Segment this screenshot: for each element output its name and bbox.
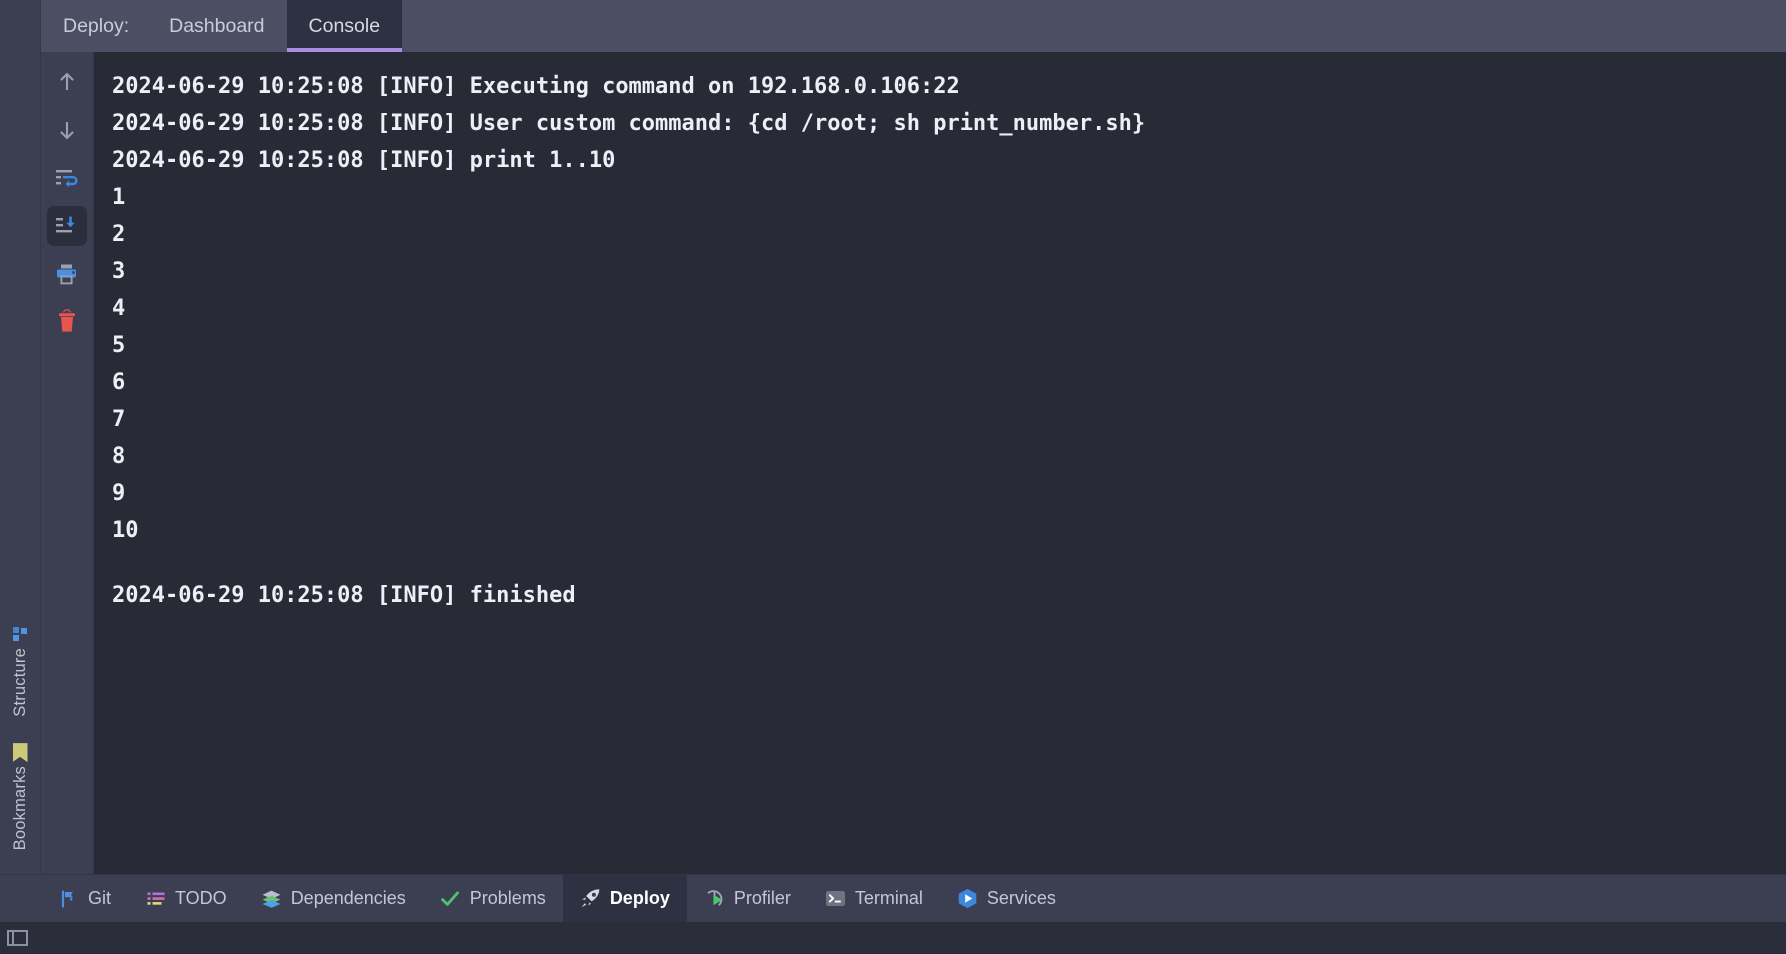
soft-wrap-button[interactable] bbox=[47, 158, 87, 198]
console-line: 9 bbox=[112, 481, 126, 506]
tool-button-terminal-label: Terminal bbox=[854, 888, 923, 908]
main-body: Structure Bookmarks Deploy: Dashboard Co… bbox=[0, 0, 1786, 874]
tool-button-problems[interactable]: Problems bbox=[423, 875, 563, 922]
tab-dashboard[interactable]: Dashboard bbox=[147, 0, 286, 52]
tool-button-todo-label: TODO bbox=[175, 888, 227, 908]
ide-window: Structure Bookmarks Deploy: Dashboard Co… bbox=[0, 0, 1786, 954]
tool-button-problems-label: Problems bbox=[469, 888, 546, 908]
console-output[interactable]: 2024-06-29 10:25:08 [INFO] Executing com… bbox=[94, 52, 1786, 874]
rocket-icon bbox=[580, 888, 601, 909]
console-line: 2024-06-29 10:25:08 [INFO] User custom c… bbox=[112, 111, 1146, 136]
panel-title: Deploy: bbox=[63, 14, 130, 37]
sidebar-item-bookmarks-label: Bookmarks bbox=[10, 765, 29, 850]
todo-list-icon bbox=[145, 888, 166, 909]
down-arrow-icon bbox=[60, 122, 74, 140]
console-line: 3 bbox=[112, 259, 126, 284]
tool-button-profiler-label: Profiler bbox=[733, 888, 791, 908]
tab-dashboard-label: Dashboard bbox=[169, 14, 265, 37]
print-icon bbox=[57, 264, 76, 285]
console-line: 8 bbox=[112, 444, 126, 469]
tool-button-todo[interactable]: TODO bbox=[128, 875, 244, 922]
left-tool-stripe: Structure Bookmarks bbox=[0, 0, 41, 874]
tool-button-profiler[interactable]: Profiler bbox=[687, 875, 808, 922]
structure-icon bbox=[11, 626, 29, 644]
tool-button-git[interactable]: Git bbox=[41, 875, 128, 922]
console-line: 5 bbox=[112, 333, 126, 358]
console-action-toolbar bbox=[41, 52, 94, 874]
console-line: 2 bbox=[112, 222, 126, 247]
tool-button-dependencies-label: Dependencies bbox=[290, 888, 406, 908]
scroll-to-end-icon bbox=[56, 216, 75, 233]
print-button[interactable] bbox=[47, 254, 87, 294]
soft-wrap-icon bbox=[56, 170, 78, 188]
sidebar-item-structure[interactable]: Structure bbox=[11, 617, 30, 721]
deploy-tabbar: Deploy: Dashboard Console bbox=[41, 0, 1786, 52]
check-icon bbox=[440, 888, 461, 909]
sidebar-item-bookmarks[interactable]: Bookmarks bbox=[11, 735, 30, 854]
tool-button-deploy-label: Deploy bbox=[609, 888, 670, 908]
console-line: 2024-06-29 10:25:08 [INFO] Executing com… bbox=[112, 74, 960, 99]
down-arrow-button[interactable] bbox=[47, 110, 87, 150]
trash-icon bbox=[59, 309, 75, 332]
up-arrow-button[interactable] bbox=[47, 62, 87, 102]
tool-button-deploy[interactable]: Deploy bbox=[562, 875, 687, 922]
layers-icon bbox=[261, 888, 282, 909]
sidebar-item-structure-label: Structure bbox=[10, 647, 29, 717]
scroll-to-end-button[interactable] bbox=[47, 206, 87, 246]
up-arrow-icon bbox=[60, 72, 74, 90]
bookmark-icon bbox=[11, 743, 29, 763]
console-line: 1 bbox=[112, 185, 126, 210]
tool-button-services-label: Services bbox=[986, 888, 1056, 908]
tool-button-git-label: Git bbox=[88, 888, 112, 908]
services-icon bbox=[957, 888, 978, 909]
terminal-icon bbox=[825, 888, 846, 909]
tool-button-services[interactable]: Services bbox=[940, 875, 1073, 922]
console-line: 10 bbox=[112, 518, 139, 543]
console-line: 6 bbox=[112, 370, 126, 395]
console-line: 2024-06-29 10:25:08 [INFO] finished bbox=[112, 583, 576, 608]
console-line: 7 bbox=[112, 407, 126, 432]
tab-console[interactable]: Console bbox=[286, 0, 403, 52]
tool-button-dependencies[interactable]: Dependencies bbox=[244, 875, 423, 922]
console-panel: Deploy: Dashboard Console 2024-06-29 10:… bbox=[41, 0, 1786, 874]
console-line: 2024-06-29 10:25:08 [INFO] print 1..10 bbox=[112, 148, 616, 173]
tool-button-terminal[interactable]: Terminal bbox=[808, 875, 940, 922]
console-region: 2024-06-29 10:25:08 [INFO] Executing com… bbox=[41, 52, 1786, 874]
clear-all-button[interactable] bbox=[47, 302, 87, 342]
layout-toggle-icon[interactable] bbox=[7, 927, 29, 949]
gauge-play-icon bbox=[704, 888, 725, 909]
console-line: 4 bbox=[112, 296, 126, 321]
git-branch-icon bbox=[58, 888, 79, 909]
tool-window-bar: Git TODO Dependencies Problems Deploy Pr… bbox=[0, 874, 1786, 922]
bottom-strip bbox=[0, 922, 1786, 954]
tab-console-label: Console bbox=[308, 14, 381, 37]
